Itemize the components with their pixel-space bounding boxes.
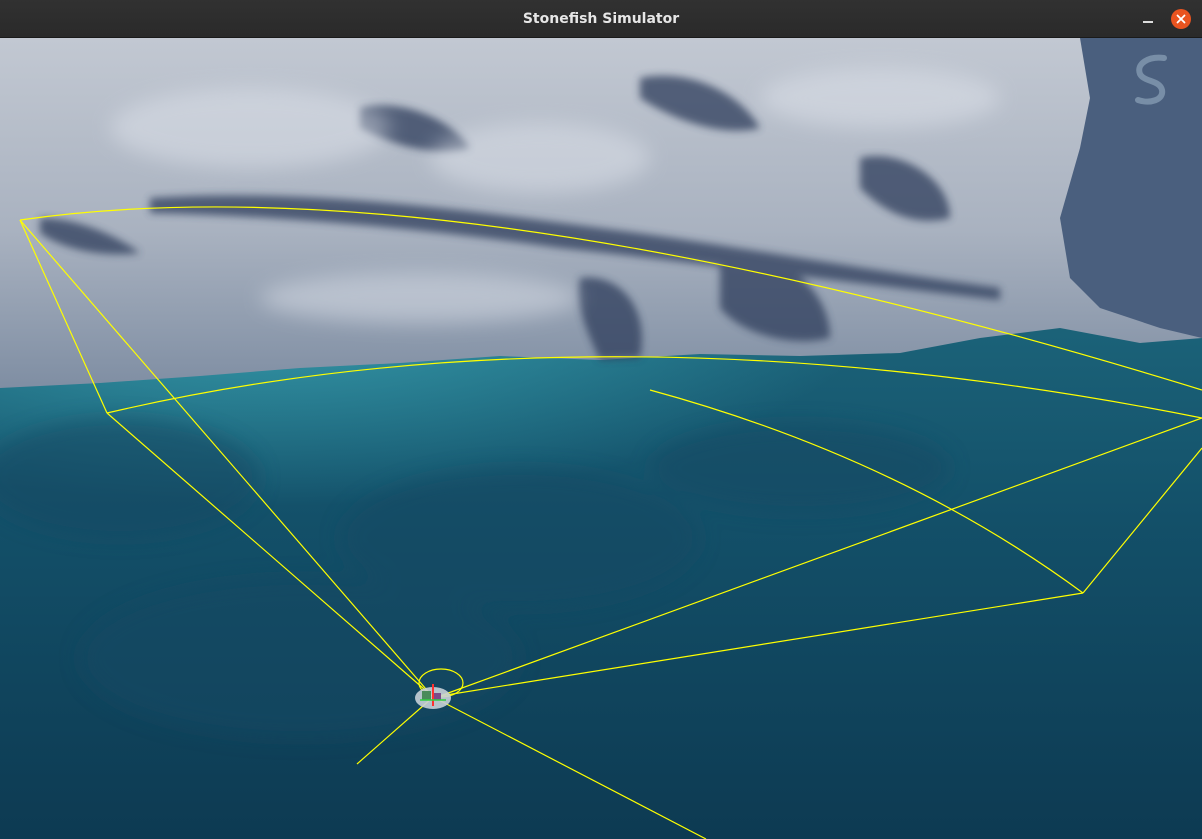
minimize-button[interactable] [1138, 9, 1158, 29]
simulation-viewport[interactable] [0, 38, 1202, 839]
close-icon [1176, 14, 1186, 24]
close-button[interactable] [1171, 9, 1191, 29]
title-bar[interactable]: Stonefish Simulator [0, 0, 1202, 38]
scene-canvas[interactable] [0, 38, 1202, 839]
window-title: Stonefish Simulator [522, 11, 680, 27]
app-window: Stonefish Simulator [0, 0, 1202, 839]
stonefish-logo-icon [1135, 54, 1167, 105]
